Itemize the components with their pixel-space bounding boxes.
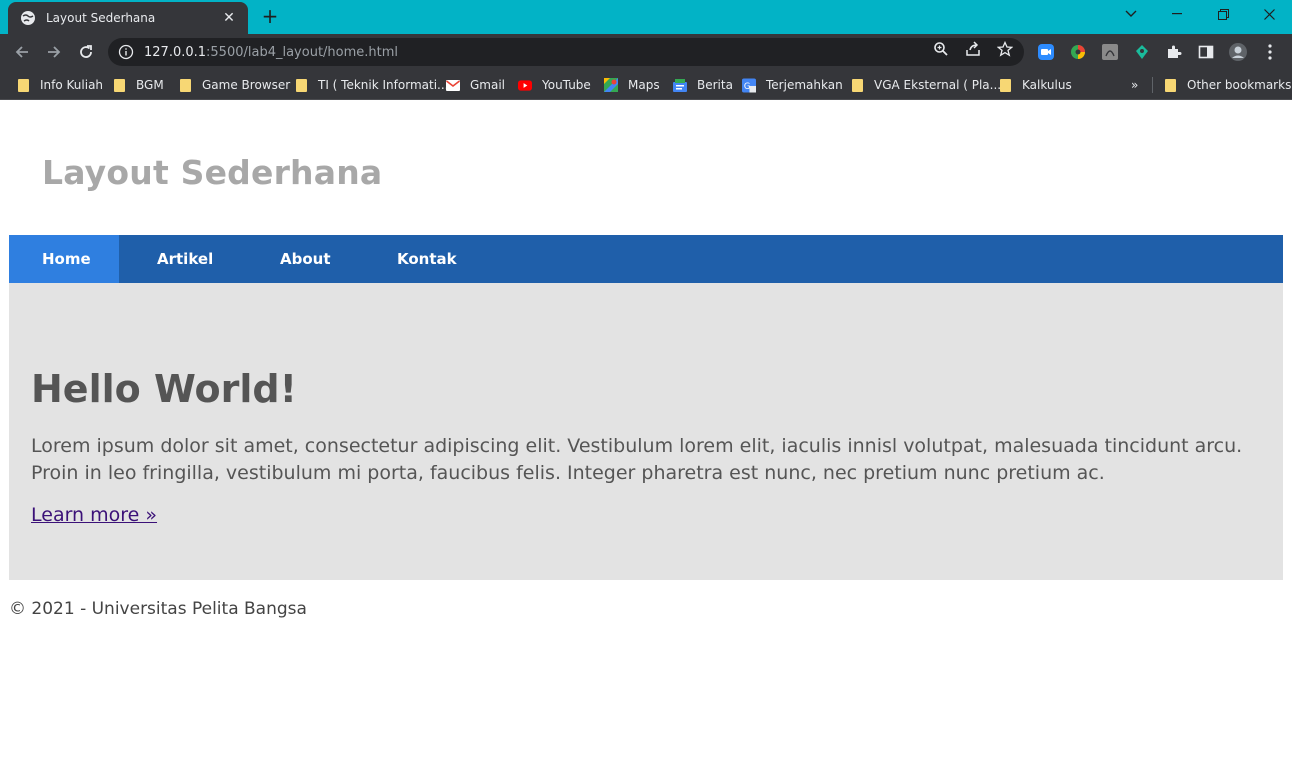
bookmark-gmail[interactable]: Gmail: [446, 76, 505, 94]
hero-heading: Hello World!: [31, 367, 297, 411]
globe-icon: [20, 10, 36, 26]
restore-icon[interactable]: [1200, 0, 1246, 28]
folder-icon: [112, 78, 126, 92]
bookmark-maps[interactable]: Maps: [604, 76, 660, 94]
folder-icon: [1163, 78, 1177, 92]
hero-section: Hello World! Lorem ipsum dolor sit amet,…: [9, 283, 1283, 580]
color-extension-icon[interactable]: [1068, 42, 1088, 62]
footer-text: © 2021 - Universitas Pelita Bangsa: [9, 599, 307, 619]
nav-kontak[interactable]: Kontak: [360, 235, 480, 283]
maps-icon: [604, 78, 618, 92]
nav-artikel[interactable]: Artikel: [119, 235, 243, 283]
tab-title: Layout Sederhana: [46, 11, 156, 25]
bookmark-youtube[interactable]: YouTube: [518, 76, 591, 94]
close-tab-icon[interactable]: ✕: [220, 10, 238, 26]
forward-icon[interactable]: [42, 40, 66, 64]
bookmarks-bar: Info Kuliah BGM Game Browser TI ( Teknik…: [0, 70, 1292, 100]
reload-icon[interactable]: [74, 40, 98, 64]
browser-toolbar: 127.0.0.1:5500/lab4_layout/home.html: [0, 34, 1292, 70]
news-icon: [673, 78, 687, 92]
bookmark-star-icon[interactable]: [996, 40, 1014, 58]
side-panel-icon[interactable]: [1196, 42, 1216, 62]
bookmark-ti[interactable]: TI ( Teknik Informati...: [294, 76, 448, 94]
main-nav: Home Artikel About Kontak: [9, 235, 1283, 283]
share-icon[interactable]: [964, 40, 982, 58]
web-page: Layout Sederhana Home Artikel About Kont…: [0, 101, 1292, 767]
bookmark-game-browser[interactable]: Game Browser: [178, 76, 290, 94]
learn-more-link[interactable]: Learn more »: [31, 504, 157, 526]
bookmark-terjemahkan[interactable]: G Terjemahkan: [742, 76, 843, 94]
pdf-extension-icon[interactable]: [1100, 42, 1120, 62]
bookmarks-divider: [1152, 77, 1153, 93]
other-bookmarks[interactable]: Other bookmarks: [1163, 76, 1291, 94]
zoom-icon[interactable]: [932, 40, 950, 58]
youtube-icon: [518, 78, 532, 92]
site-title: Layout Sederhana: [42, 153, 383, 192]
nav-about[interactable]: About: [243, 235, 360, 283]
zoom-meeting-icon[interactable]: [1036, 42, 1056, 62]
folder-icon: [998, 78, 1012, 92]
bookmark-berita[interactable]: Berita: [673, 76, 733, 94]
site-info-icon[interactable]: [118, 44, 134, 60]
url-text: 127.0.0.1:5500/lab4_layout/home.html: [144, 44, 399, 60]
translate-icon: G: [742, 78, 756, 92]
extensions-puzzle-icon[interactable]: [1164, 42, 1184, 62]
new-tab-button[interactable]: +: [258, 5, 282, 29]
back-icon[interactable]: [10, 40, 34, 64]
browser-tab[interactable]: Layout Sederhana ✕: [8, 2, 248, 34]
menu-kebab-icon[interactable]: [1260, 42, 1280, 62]
bookmark-vga-eksternal[interactable]: VGA Eksternal ( Pla...: [850, 76, 1001, 94]
bookmarks-overflow-button[interactable]: »: [1131, 76, 1138, 94]
svg-text:G: G: [744, 80, 751, 90]
bookmark-info-kuliah[interactable]: Info Kuliah: [16, 76, 103, 94]
folder-icon: [178, 78, 192, 92]
profile-avatar[interactable]: [1228, 42, 1248, 62]
browser-titlebar: Layout Sederhana ✕ +: [0, 0, 1292, 34]
close-window-icon[interactable]: [1246, 0, 1292, 28]
bookmark-kalkulus[interactable]: Kalkulus: [998, 76, 1072, 94]
hero-text: Lorem ipsum dolor sit amet, consectetur …: [31, 435, 1243, 484]
tab-search-icon[interactable]: [1108, 0, 1154, 28]
gmail-icon: [446, 78, 460, 92]
folder-icon: [16, 78, 30, 92]
location-extension-icon[interactable]: [1132, 42, 1152, 62]
folder-icon: [294, 78, 308, 92]
address-bar[interactable]: 127.0.0.1:5500/lab4_layout/home.html: [108, 38, 1024, 66]
folder-icon: [850, 78, 864, 92]
minimize-icon[interactable]: [1154, 0, 1200, 28]
nav-home[interactable]: Home: [9, 235, 119, 283]
bookmark-bgm[interactable]: BGM: [112, 76, 164, 94]
